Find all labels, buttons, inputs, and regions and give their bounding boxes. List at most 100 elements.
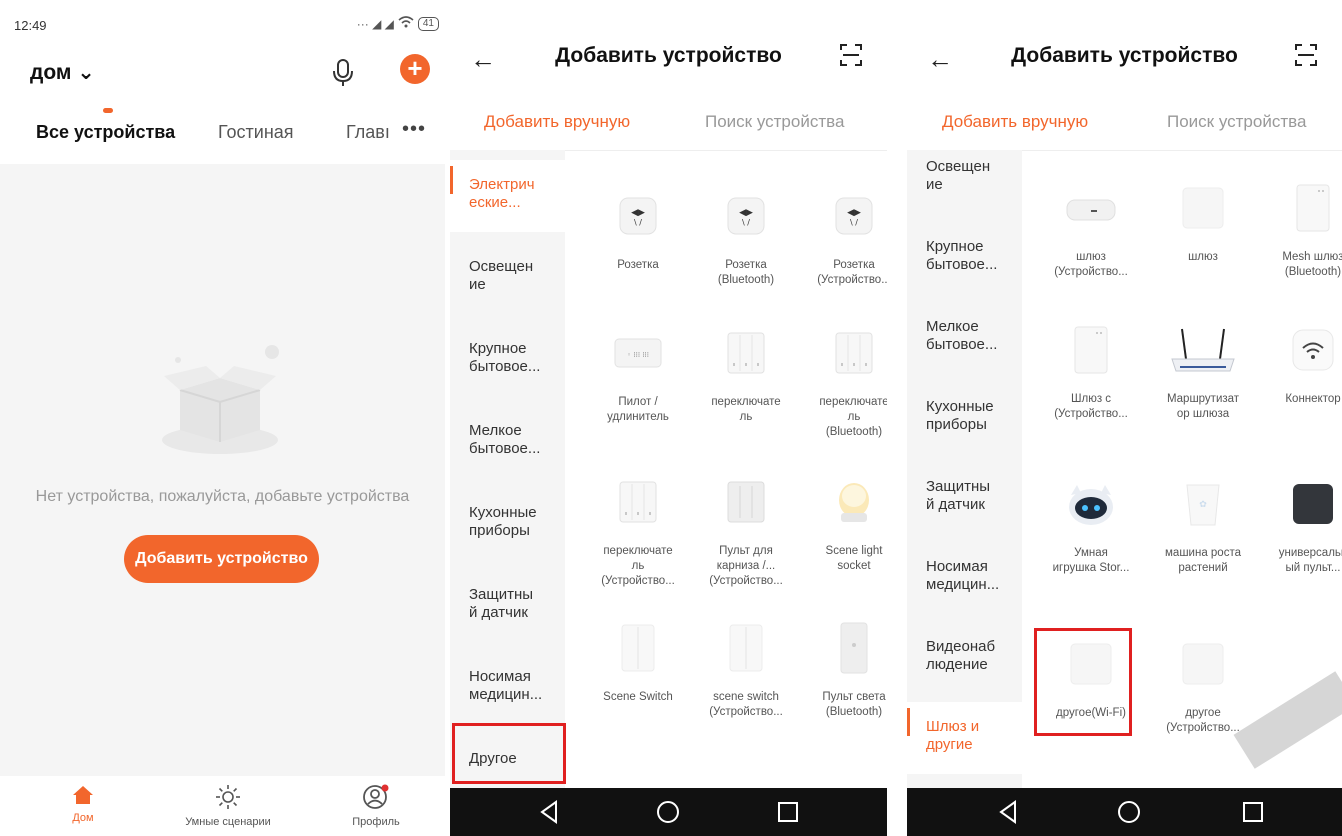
category-list: Электрич еские... Освещен ие Крупное бытовое.…: [450, 150, 565, 790]
device-tile[interactable]: ◀▶ \ / Розетка (Устройство...: [798, 188, 887, 288]
tab-search-device[interactable]: Поиск устройства: [1167, 112, 1306, 132]
device-label: (Устройство...: [709, 706, 783, 718]
device-tile[interactable]: шлюз (Устройство...: [1035, 180, 1147, 280]
device-tile[interactable]: Умная игрушка Stor...: [1035, 476, 1147, 576]
category-label: Кухонные: [926, 398, 994, 415]
device-tile[interactable]: Scene Switch: [582, 620, 694, 705]
device-tile[interactable]: Пульт света (Bluetooth): [798, 620, 887, 720]
svg-text:\ /: \ /: [742, 218, 750, 227]
ir-icon: [1257, 476, 1342, 532]
microphone-icon[interactable]: [330, 58, 356, 88]
device-tile[interactable]: Scene light socket: [798, 474, 887, 574]
nav-profile-label: Профиль: [352, 816, 400, 828]
more-icon[interactable]: •••: [402, 118, 426, 141]
recents-nav-icon[interactable]: [774, 798, 802, 826]
category-label: Крупное: [926, 238, 984, 255]
device-tile[interactable]: Шлюз с (Устройство...: [1035, 322, 1147, 422]
category-label: Крупное: [469, 340, 527, 357]
robot-icon: [1035, 476, 1147, 532]
category-label: Мелкое: [926, 318, 979, 335]
category-label: Электрич: [469, 176, 535, 193]
device-tile[interactable]: переключате ль (Bluetooth): [798, 325, 887, 440]
tab-indicator: [103, 108, 113, 113]
status-time: 12:49: [14, 18, 47, 33]
category-label: Освещен: [469, 258, 534, 275]
device-label: (Устройство...: [817, 274, 887, 286]
tab-add-manually[interactable]: Добавить вручную: [484, 112, 630, 132]
add-icon[interactable]: +: [400, 54, 430, 84]
device-label: Маршрутизат: [1166, 393, 1240, 405]
category-item[interactable]: Носимая медицин...: [450, 668, 565, 708]
device-label: Коннектор: [1285, 393, 1341, 405]
category-item[interactable]: Защитны й датчик: [907, 478, 1022, 518]
category-item[interactable]: Крупное бытовое...: [450, 340, 565, 380]
device-tile[interactable]: ◦ ⁞⁞⁞ ⁞⁞⁞ Пилот / удлинитель: [582, 325, 694, 425]
tab-living-room[interactable]: Гостиная: [218, 122, 294, 143]
category-item[interactable]: Носимая медицин...: [907, 558, 1022, 598]
svg-text:\ /: \ /: [850, 218, 858, 227]
device-label: Розетка: [833, 259, 875, 271]
category-label: Видеонаб: [926, 638, 996, 655]
remote-icon: [798, 620, 887, 676]
device-tile[interactable]: другое (Устройство...: [1147, 636, 1259, 736]
scan-icon[interactable]: [1294, 42, 1318, 68]
device-tile[interactable]: Mesh шлюз (Bluetooth): [1257, 180, 1342, 280]
svg-text:◀▶: ◀▶: [631, 208, 645, 218]
category-item[interactable]: Мелкое бытовое...: [450, 422, 565, 462]
tab-add-manually[interactable]: Добавить вручную: [942, 112, 1088, 132]
category-item[interactable]: Защитны й датчик: [450, 586, 565, 626]
home-icon: [73, 786, 93, 804]
switch3-icon: [690, 325, 802, 381]
home-selector[interactable]: дом ⌄: [30, 60, 95, 85]
category-item[interactable]: Электрич еские...: [450, 160, 565, 232]
device-tile[interactable]: ✿ машина роста растений: [1147, 476, 1259, 576]
category-label: ие: [469, 276, 486, 293]
device-tile[interactable]: ◀▶ \ / Розетка (Bluetooth): [690, 188, 802, 288]
recents-nav-icon[interactable]: [1239, 798, 1267, 826]
tab-search-device[interactable]: Поиск устройства: [705, 112, 844, 132]
device-label: переключате: [711, 396, 781, 408]
category-label: людение: [926, 656, 988, 673]
nav-home[interactable]: Дом: [23, 784, 143, 824]
nav-profile[interactable]: Профиль: [316, 784, 436, 828]
category-label: бытовое...: [926, 256, 998, 273]
category-label: Кухонные: [469, 504, 537, 521]
category-item[interactable]: Мелкое бытовое...: [907, 318, 1022, 358]
device-tile[interactable]: ◀▶ \ / Розетка: [582, 188, 694, 273]
category-item[interactable]: Крупное бытовое...: [907, 238, 1022, 278]
back-nav-icon[interactable]: [536, 798, 564, 826]
device-tile[interactable]: переключате ль (Устройство...: [582, 474, 694, 589]
device-tile[interactable]: Пульт для карниза /... (Устройство...: [690, 474, 802, 589]
home-nav-icon[interactable]: [1115, 798, 1143, 826]
home-nav-icon[interactable]: [654, 798, 682, 826]
device-label: игрушка Stor...: [1052, 562, 1130, 574]
device-tile[interactable]: шлюз: [1147, 180, 1259, 265]
tab-all-devices[interactable]: Все устройства: [36, 122, 175, 143]
category-item[interactable]: Кухонные приборы: [450, 504, 565, 544]
device-tile[interactable]: переключате ль: [690, 325, 802, 425]
device-tile[interactable]: универсальн ый пульт...: [1257, 476, 1342, 576]
device-label: переключате: [819, 396, 887, 408]
pot-icon: ✿: [1147, 476, 1259, 532]
top-bar: ← Добавить устройство: [907, 0, 1342, 110]
device-label: шлюз: [1188, 251, 1218, 263]
empty-message: Нет устройства, пожалуйста, добавьте уст…: [35, 488, 410, 505]
device-label: ый пульт...: [1285, 562, 1341, 574]
category-item[interactable]: Видеонаб людение: [907, 638, 1022, 678]
category-item[interactable]: Освещен ие: [907, 158, 1022, 198]
device-tile[interactable]: Коннектор: [1257, 322, 1342, 407]
add-device-button[interactable]: Добавить устройство: [124, 535, 319, 583]
category-item[interactable]: Шлюз и другие: [907, 702, 1022, 774]
device-tile[interactable]: scene switch (Устройство...: [690, 620, 802, 720]
home-header: дом ⌄ + Все устройства Гостиная Главı ••…: [0, 44, 445, 164]
empty-box-illustration: [162, 345, 279, 454]
category-label: й датчик: [926, 496, 985, 513]
category-label: й датчик: [469, 604, 528, 621]
back-nav-icon[interactable]: [995, 798, 1023, 826]
tab-main[interactable]: Главı: [346, 122, 398, 143]
scan-icon[interactable]: [839, 42, 863, 68]
category-item[interactable]: Освещен ие: [450, 258, 565, 298]
category-item[interactable]: Кухонные приборы: [907, 398, 1022, 438]
nav-smart-scenes[interactable]: Умные сценарии: [168, 784, 288, 828]
device-tile[interactable]: Маршрутизат ор шлюза: [1147, 322, 1259, 422]
